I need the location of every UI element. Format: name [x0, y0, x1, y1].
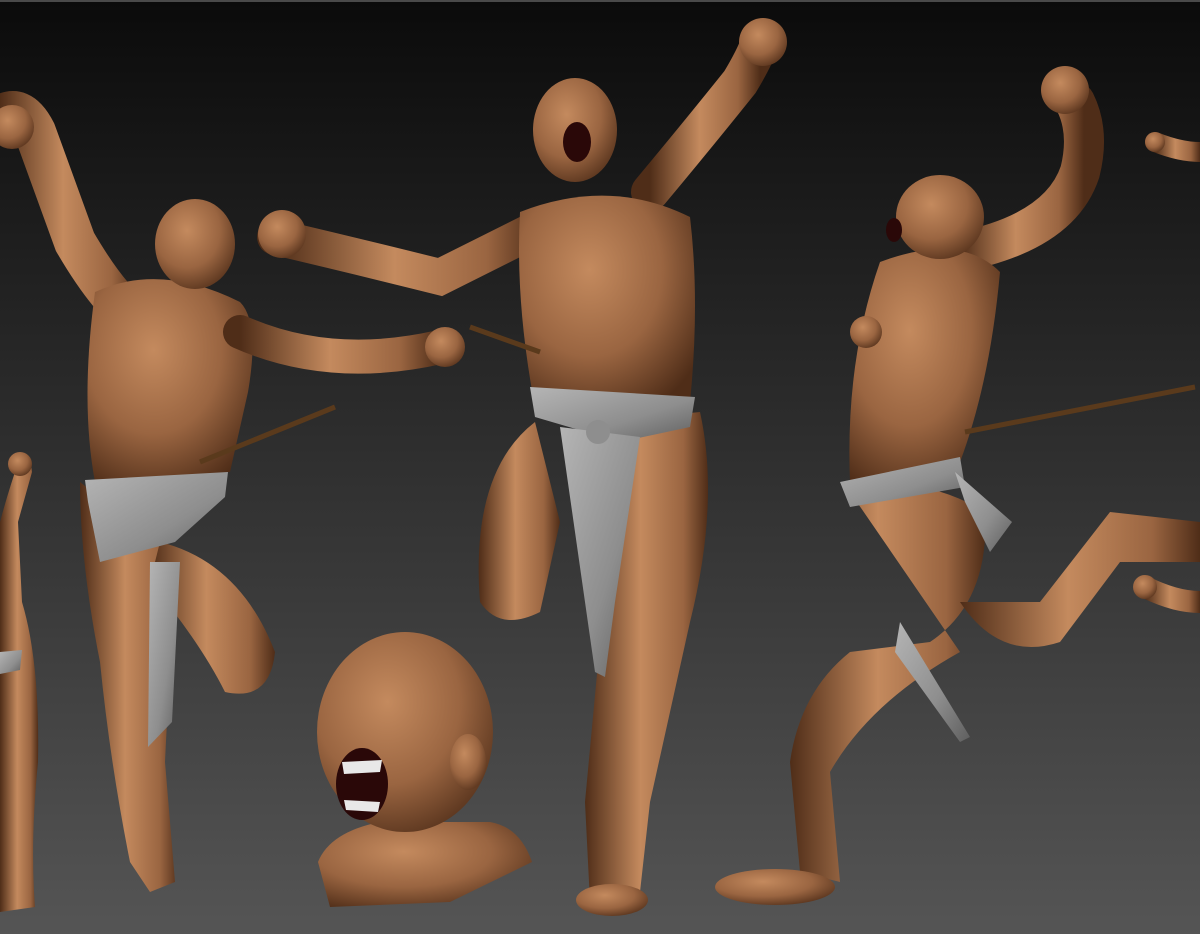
mouth — [886, 218, 902, 242]
sculpt-render — [0, 2, 1200, 934]
mouth — [563, 122, 591, 162]
3d-viewport[interactable] — [0, 0, 1200, 934]
